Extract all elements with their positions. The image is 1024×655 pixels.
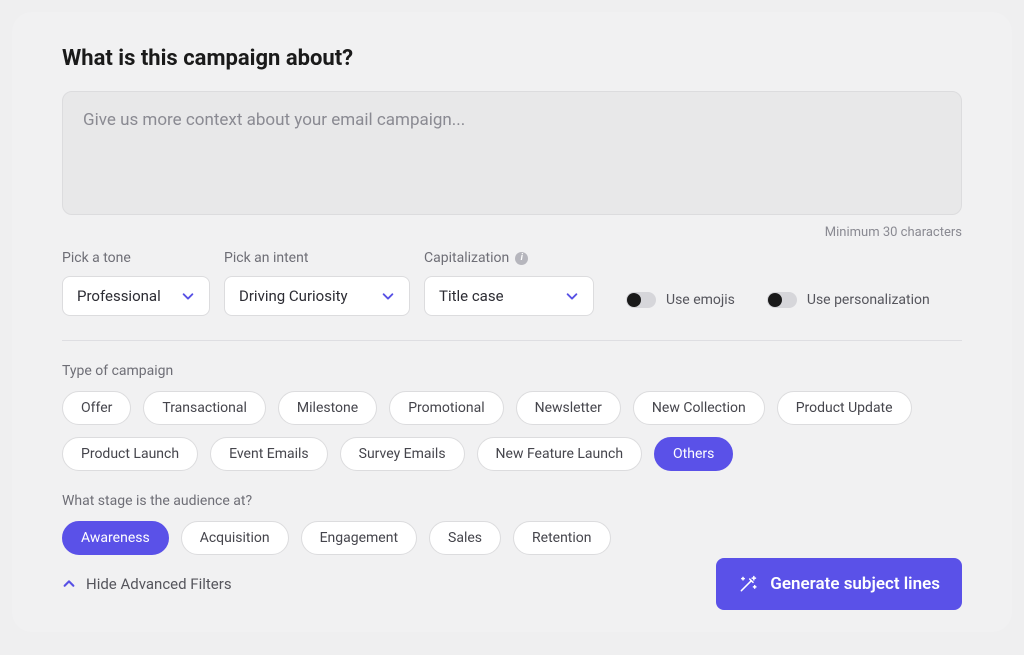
cap-select[interactable]: Title case	[424, 276, 594, 316]
campaign-type-chip[interactable]: Transactional	[143, 391, 266, 425]
cap-label: Capitalization i	[424, 250, 594, 266]
min-chars-hint: Minimum 30 characters	[62, 225, 962, 240]
campaign-type-chip[interactable]: Product Update	[777, 391, 912, 425]
campaign-type-chip[interactable]: Product Launch	[62, 437, 198, 471]
campaign-type-chips: Offer Transactional Milestone Promotional Ne…	[62, 391, 962, 471]
emojis-toggle[interactable]	[626, 292, 656, 308]
cap-group: Capitalization i Title case	[424, 250, 594, 316]
intent-select[interactable]: Driving Curiosity	[224, 276, 410, 316]
campaign-type-chip[interactable]: Newsletter	[516, 391, 621, 425]
personalization-toggle-group: Use personalization	[767, 292, 930, 308]
generate-button-label: Generate subject lines	[770, 574, 940, 594]
magic-wand-icon	[738, 574, 758, 594]
chevron-down-icon	[381, 289, 395, 303]
controls-row: Pick a tone Professional Pick an intent …	[62, 250, 962, 341]
intent-label: Pick an intent	[224, 250, 410, 266]
chevron-down-icon	[181, 289, 195, 303]
emojis-toggle-group: Use emojis	[626, 292, 735, 308]
tone-select[interactable]: Professional	[62, 276, 210, 316]
personalization-toggle[interactable]	[767, 292, 797, 308]
toggle-advanced-filters[interactable]: Hide Advanced Filters	[62, 575, 232, 593]
advanced-filters-label: Hide Advanced Filters	[86, 575, 232, 593]
campaign-form-card: What is this campaign about? Minimum 30 …	[12, 12, 1012, 632]
cap-select-value: Title case	[439, 287, 504, 305]
chevron-down-icon	[565, 289, 579, 303]
context-textarea-group: Minimum 30 characters	[62, 91, 962, 240]
campaign-type-chip[interactable]: New Collection	[633, 391, 765, 425]
campaign-type-chip[interactable]: Offer	[62, 391, 131, 425]
tone-select-value: Professional	[77, 287, 161, 305]
emojis-toggle-label: Use emojis	[666, 292, 735, 308]
campaign-type-chip[interactable]: Promotional	[389, 391, 503, 425]
audience-stage-chip[interactable]: Awareness	[62, 521, 169, 555]
intent-select-value: Driving Curiosity	[239, 287, 348, 305]
intent-group: Pick an intent Driving Curiosity	[224, 250, 410, 316]
audience-stage-chips: Awareness Acquisition Engagement Sales Reten…	[62, 521, 962, 555]
form-footer: Hide Advanced Filters Generate subject l…	[62, 558, 962, 610]
generate-button[interactable]: Generate subject lines	[716, 558, 962, 610]
audience-stage-label: What stage is the audience at?	[62, 493, 962, 509]
tone-label: Pick a tone	[62, 250, 210, 266]
personalization-toggle-label: Use personalization	[807, 292, 930, 308]
campaign-type-chip[interactable]: New Feature Launch	[477, 437, 643, 471]
tone-group: Pick a tone Professional	[62, 250, 210, 316]
campaign-type-chip[interactable]: Event Emails	[210, 437, 328, 471]
campaign-type-label: Type of campaign	[62, 363, 962, 379]
audience-stage-chip[interactable]: Engagement	[301, 521, 417, 555]
campaign-type-chip[interactable]: Others	[654, 437, 733, 471]
info-icon[interactable]: i	[515, 252, 528, 265]
audience-stage-chip[interactable]: Sales	[429, 521, 501, 555]
campaign-type-chip[interactable]: Survey Emails	[340, 437, 465, 471]
campaign-type-chip[interactable]: Milestone	[278, 391, 377, 425]
page-title: What is this campaign about?	[62, 46, 962, 71]
audience-stage-chip[interactable]: Acquisition	[181, 521, 289, 555]
audience-stage-chip[interactable]: Retention	[513, 521, 611, 555]
campaign-context-input[interactable]	[62, 91, 962, 215]
chevron-up-icon	[62, 577, 76, 591]
